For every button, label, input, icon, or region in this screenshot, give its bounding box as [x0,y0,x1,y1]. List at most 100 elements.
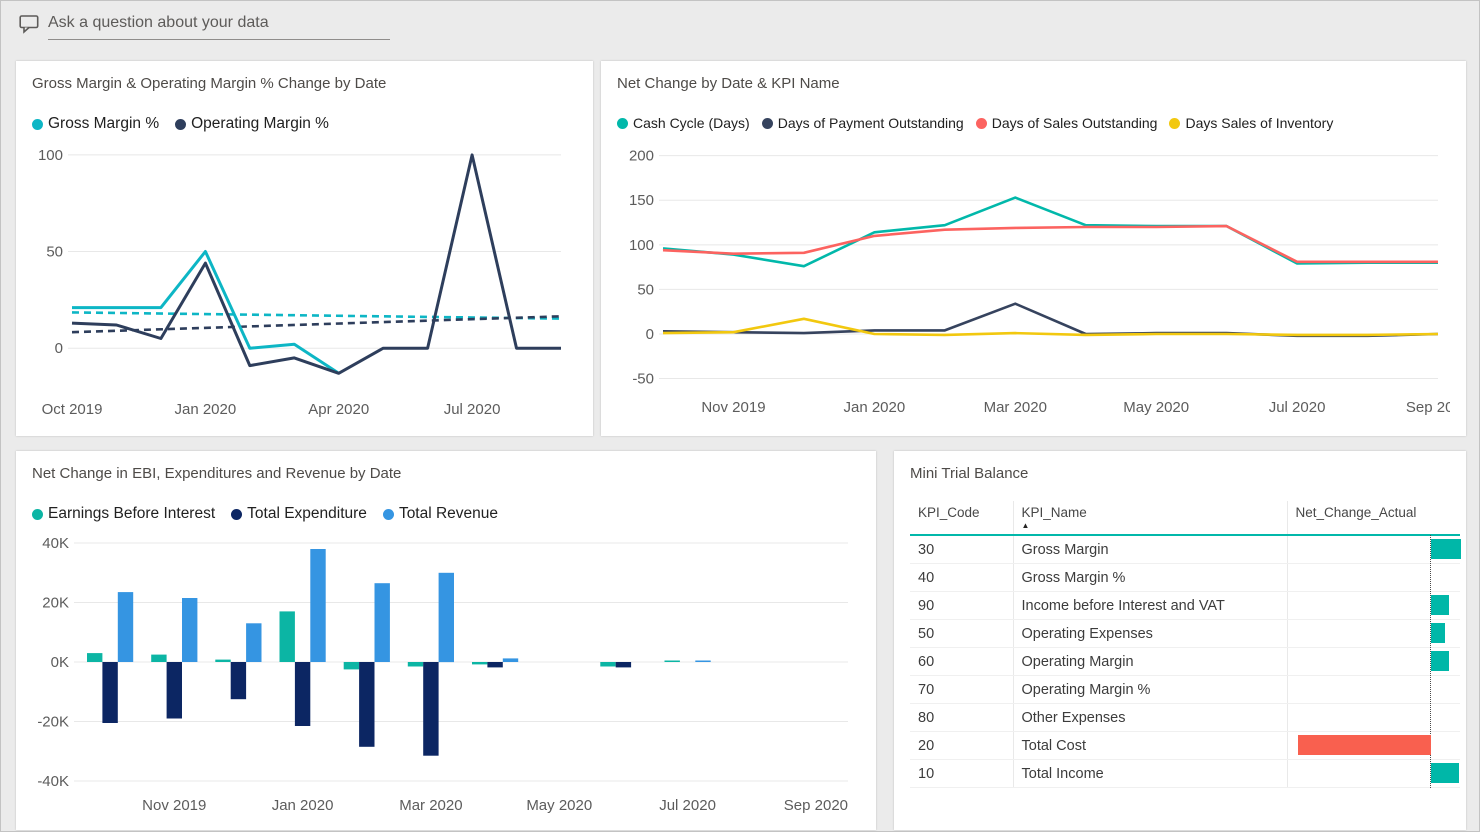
column-header-net-change-actual[interactable]: Net_Change_Actual [1286,501,1460,536]
svg-text:40K: 40K [42,535,69,552]
kpi-code-cell: 90 [910,591,1013,620]
legend-dot [382,508,394,520]
table-title: Mini Trial Balance [910,465,1029,482]
legend-label: Cash Cycle (Days) [633,115,750,131]
legend-dot [32,118,43,130]
table-row-operating-expenses[interactable]: 50 Operating Expenses [910,619,1460,648]
svg-text:100: 100 [38,147,63,164]
kpi-code-cell: 10 [910,759,1013,788]
svg-text:50: 50 [637,281,654,298]
table-row-operating-margin[interactable]: 70 Operating Margin % [910,675,1460,704]
kpi-code-cell: 70 [910,675,1013,704]
net-change-actual-cell [1286,535,1461,564]
legend-label: Operating Margin % [191,115,329,132]
kpi-code-cell: 80 [910,703,1013,732]
net-change-actual-cell [1286,703,1460,732]
svg-text:Jan 2020: Jan 2020 [174,401,236,418]
column-header-kpi-code[interactable]: KPI_Code [910,501,1013,536]
svg-text:Jul 2020: Jul 2020 [1269,399,1326,416]
qna-bar: Ask a question about your data [19,14,390,40]
legend-dot [761,117,773,129]
table-row-other-expenses[interactable]: 80 Other Expenses [910,703,1460,732]
panel-net-change-kpi: Net Change by Date & KPI Name Cash Cycle… [601,61,1466,436]
qna-input[interactable]: Ask a question about your data [48,14,390,40]
positive-data-bar [1430,595,1449,615]
svg-text:200: 200 [629,148,654,165]
svg-text:20K: 20K [42,595,69,612]
table-row-gross-margin[interactable]: 30 Gross Margin [910,535,1461,564]
legend-item-days-of-payment-outstanding[interactable]: Days of Payment Outstanding [761,115,964,131]
svg-text:Sep 2020: Sep 2020 [784,797,848,814]
table-row-income-before-interest-and-vat[interactable]: 90 Income before Interest and VAT [910,591,1460,620]
legend-item-gross-margin[interactable]: Gross Margin % [32,115,159,133]
table-row-total-income[interactable]: 10 Total Income [910,759,1460,788]
svg-text:0K: 0K [51,654,69,671]
legend-item-total-expenditure[interactable]: Total Expenditure [231,505,367,523]
margin-line-chart[interactable]: 0 50 100 Oct 2019 Jan 2020 Apr 2020 Jul 2020 [32,139,577,423]
kpi-code-cell: 40 [910,563,1013,592]
legend-label: Earnings Before Interest [48,505,216,522]
svg-text:Mar 2020: Mar 2020 [984,399,1047,416]
kpi-line-chart[interactable]: -50 0 50 100 150 200 Nov 2019 Jan 2020 Mar 2020 M… [617,137,1450,421]
legend-label: Total Expenditure [247,505,367,522]
svg-text:Sep 2020: Sep 2020 [1406,399,1450,416]
table-row-gross-margin[interactable]: 40 Gross Margin % [910,563,1460,592]
kpi-code-cell: 60 [910,647,1013,676]
legend-label: Total Revenue [398,505,499,522]
legend-item-days-sales-of-inventory[interactable]: Days Sales of Inventory [1169,115,1333,131]
legend-item-earnings-before-interest[interactable]: Earnings Before Interest [32,505,215,523]
column-header-kpi-name[interactable]: KPI_Name ▲ [1012,501,1287,536]
svg-text:Oct 2019: Oct 2019 [42,401,103,418]
legend-dot [975,117,987,129]
table-row-total-cost[interactable]: 20 Total Cost [910,731,1460,760]
kpi-name-cell: Total Income [1012,759,1287,788]
svg-text:-20K: -20K [37,714,69,731]
table-row-operating-margin[interactable]: 60 Operating Margin [910,647,1460,676]
legend-dot [1169,117,1181,129]
net-change-actual-cell [1286,675,1460,704]
negative-data-bar [1297,735,1431,755]
legend-label: Gross Margin % [48,115,160,132]
panel-gross-operating-margin: Gross Margin & Operating Margin % Change… [16,61,593,436]
kpi-code-cell: 20 [910,731,1013,760]
net-change-actual-cell [1286,563,1460,592]
legend-item-days-of-sales-outstanding[interactable]: Days of Sales Outstanding [975,115,1158,131]
legend-label: Days of Payment Outstanding [777,115,964,131]
svg-text:100: 100 [629,237,654,254]
data-bar-axis [1429,563,1431,592]
positive-data-bar [1430,539,1461,559]
sort-ascending-icon: ▲ [1021,521,1030,530]
svg-text:Nov 2019: Nov 2019 [701,399,765,416]
svg-text:-50: -50 [632,371,654,388]
chat-bubble-icon [19,14,40,39]
kpi-name-cell: Gross Margin % [1012,563,1287,592]
svg-text:Apr 2020: Apr 2020 [308,401,369,418]
legend-item-cash-cycle-days[interactable]: Cash Cycle (Days) [617,115,750,131]
chart-title: Net Change by Date & KPI Name [617,75,840,92]
report-canvas: Ask a question about your data Gross Mar… [0,0,1480,832]
net-change-actual-cell [1286,619,1460,648]
svg-text:May 2020: May 2020 [1123,399,1189,416]
legend-dot [617,117,628,129]
kpi-name-cell: Operating Expenses [1012,619,1287,648]
kpi-name-cell: Gross Margin [1012,535,1287,564]
kpi-code-cell: 50 [910,619,1013,648]
positive-data-bar [1430,651,1449,671]
legend-item-total-revenue[interactable]: Total Revenue [382,505,499,523]
column-header-label: Net_Change_Actual [1295,505,1417,520]
svg-text:Jul 2020: Jul 2020 [659,797,716,814]
svg-text:May 2020: May 2020 [526,797,592,814]
svg-text:Nov 2019: Nov 2019 [142,797,206,814]
positive-data-bar [1430,623,1445,643]
legend-label: Days of Sales Outstanding [991,115,1158,131]
panel-mini-trial-balance: Mini Trial Balance KPI_Code KPI_Name ▲ Net_… [894,451,1466,830]
mini-trial-balance-table: KPI_Code KPI_Name ▲ Net_Change_Actual 30 Gro… [910,501,1461,788]
legend-label: Days Sales of Inventory [1185,115,1334,131]
svg-text:-40K: -40K [37,773,69,790]
svg-text:Mar 2020: Mar 2020 [399,797,462,814]
legend-item-operating-margin[interactable]: Operating Margin % [175,115,329,133]
column-header-label: KPI_Name [1021,505,1087,520]
svg-text:50: 50 [46,244,63,261]
legend-dot [175,118,187,130]
ebi-bar-chart[interactable]: -40K -20K 0K 20K 40K Nov 2019 Jan 2020 Mar 2020… [32,529,860,819]
